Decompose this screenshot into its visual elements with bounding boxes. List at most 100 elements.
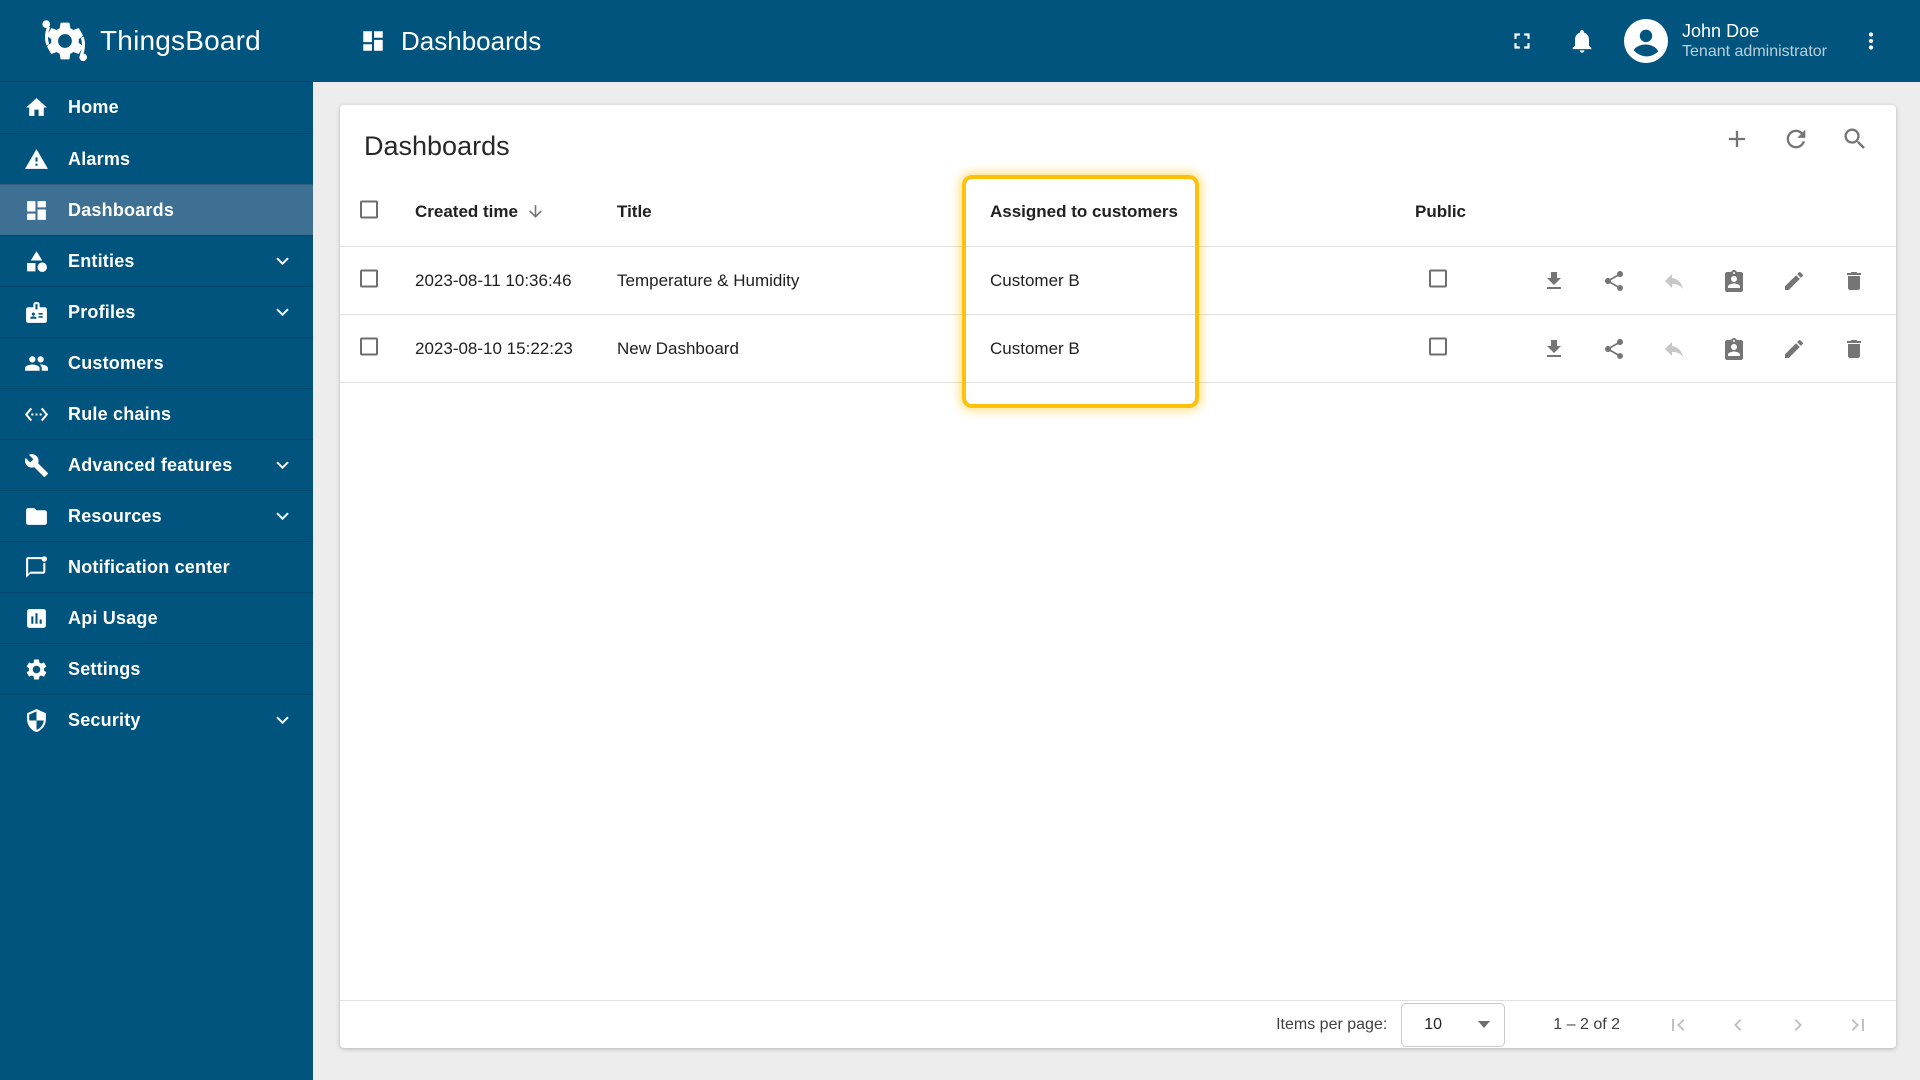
- public-checkbox[interactable]: [1429, 337, 1447, 355]
- more-vert-icon: [1858, 28, 1884, 54]
- public-checkbox[interactable]: [1429, 269, 1447, 287]
- logo-bar[interactable]: ThingsBoard: [0, 0, 313, 82]
- manage-assigned-customers-button[interactable]: [1714, 329, 1754, 369]
- sidebar: ThingsBoard Home Alarms Dashboards Entities…: [0, 0, 313, 1080]
- row-actions: [1534, 261, 1874, 301]
- chevron-down-icon: [270, 249, 295, 274]
- sidebar-item-label: Settings: [68, 658, 141, 679]
- sidebar-item-advanced-features[interactable]: Advanced features: [0, 439, 313, 490]
- sort-descending-icon: [526, 202, 545, 221]
- delete-dashboard-button[interactable]: [1834, 261, 1874, 301]
- previous-page-button[interactable]: [1726, 1013, 1750, 1037]
- cell-created-time: 2023-08-11 10:36:46: [415, 270, 572, 290]
- next-page-button[interactable]: [1786, 1013, 1810, 1037]
- avatar[interactable]: [1624, 19, 1669, 63]
- sidebar-item-notification-center[interactable]: Notification center: [0, 541, 313, 592]
- unassign-from-customer-button[interactable]: [1654, 329, 1694, 369]
- sidebar-item-rule-chains[interactable]: Rule chains: [0, 388, 313, 439]
- assignment-icon: [1722, 269, 1746, 293]
- settings-ethernet-icon: [24, 402, 49, 427]
- page-breadcrumb-title: Dashboards: [401, 25, 542, 56]
- table-row[interactable]: 2023-08-11 10:36:46 Temperature & Humidit…: [340, 247, 1896, 315]
- sidebar-item-api-usage[interactable]: Api Usage: [0, 592, 313, 643]
- folder-icon: [24, 504, 49, 529]
- security-icon: [24, 708, 49, 733]
- page-range-label: 1 – 2 of 2: [1553, 1015, 1620, 1033]
- sidebar-item-label: Customers: [68, 352, 164, 373]
- items-per-page-value: 10: [1424, 1015, 1443, 1033]
- badge-icon: [24, 300, 49, 325]
- topbar-actions: John Doe Tenant administrator: [1502, 19, 1891, 63]
- last-page-button[interactable]: [1846, 1013, 1870, 1037]
- delete-dashboard-button[interactable]: [1834, 329, 1874, 369]
- column-header-public[interactable]: Public: [1415, 202, 1466, 222]
- cell-assigned-customers: Customer B: [990, 338, 1080, 358]
- thingsboard-logo-icon: [42, 18, 88, 64]
- sidebar-item-label: Rule chains: [68, 403, 172, 424]
- sidebar-item-label: Api Usage: [68, 607, 158, 628]
- sidebar-item-label: Alarms: [68, 148, 131, 169]
- cell-created-time: 2023-08-10 15:22:23: [415, 338, 573, 358]
- download-icon: [1542, 337, 1566, 361]
- first-page-button[interactable]: [1666, 1013, 1690, 1037]
- row-checkbox[interactable]: [360, 269, 378, 287]
- sidebar-nav: Home Alarms Dashboards Entities Profiles Cust…: [0, 82, 313, 745]
- export-dashboard-button[interactable]: [1534, 329, 1574, 369]
- sidebar-item-settings[interactable]: Settings: [0, 643, 313, 694]
- cell-assigned-customers: Customer B: [990, 270, 1080, 290]
- insert-chart-icon: [24, 606, 49, 631]
- table-row[interactable]: 2023-08-10 15:22:23 New Dashboard Customer…: [340, 315, 1896, 383]
- card-toolbar: [1717, 119, 1875, 159]
- chevron-down-icon: [270, 453, 295, 478]
- sidebar-item-label: Notification center: [68, 556, 230, 577]
- pager: [1666, 1013, 1870, 1037]
- sidebar-item-security[interactable]: Security: [0, 694, 313, 745]
- export-dashboard-button[interactable]: [1534, 261, 1574, 301]
- sidebar-item-label: Dashboards: [68, 199, 175, 220]
- user-role: Tenant administrator: [1682, 43, 1827, 61]
- add-dashboard-button[interactable]: [1717, 119, 1757, 159]
- warning-icon: [24, 147, 49, 172]
- column-header-created-time[interactable]: Created time: [415, 202, 545, 222]
- sidebar-item-dashboards[interactable]: Dashboards: [0, 184, 313, 235]
- more-menu-button[interactable]: [1851, 21, 1891, 61]
- sidebar-item-resources[interactable]: Resources: [0, 490, 313, 541]
- select-all-checkbox[interactable]: [360, 200, 378, 218]
- items-per-page-select[interactable]: 10: [1401, 1002, 1506, 1047]
- manage-assigned-customers-button[interactable]: [1714, 261, 1754, 301]
- column-header-assigned[interactable]: Assigned to customers: [990, 202, 1178, 222]
- dashboards-card: Dashboards Created time Title Assigned t…: [340, 105, 1896, 1048]
- notifications-button[interactable]: [1562, 21, 1602, 61]
- home-icon: [24, 95, 49, 120]
- edit-dashboard-button[interactable]: [1774, 261, 1814, 301]
- page-title: Dashboards: [364, 131, 510, 161]
- search-button[interactable]: [1835, 119, 1875, 159]
- sidebar-item-label: Home: [68, 97, 119, 117]
- row-checkbox[interactable]: [360, 337, 378, 355]
- refresh-button[interactable]: [1776, 119, 1816, 159]
- sidebar-item-customers[interactable]: Customers: [0, 337, 313, 388]
- sidebar-item-alarms[interactable]: Alarms: [0, 133, 313, 184]
- sidebar-item-home[interactable]: Home: [0, 82, 313, 133]
- delete-icon: [1842, 269, 1866, 293]
- table-header-row: Created time Title Assigned to customers…: [340, 177, 1896, 247]
- make-public-button[interactable]: [1594, 261, 1634, 301]
- people-icon: [24, 351, 49, 376]
- construction-icon: [24, 453, 49, 478]
- edit-icon: [1782, 337, 1806, 361]
- download-icon: [1542, 269, 1566, 293]
- edit-dashboard-button[interactable]: [1774, 329, 1814, 369]
- make-public-button[interactable]: [1594, 329, 1634, 369]
- fullscreen-button[interactable]: [1502, 21, 1542, 61]
- chevron-right-icon: [1786, 1013, 1810, 1037]
- select-caret-icon: [1478, 1021, 1491, 1028]
- main-content: Dashboards Created time Title Assigned t…: [313, 82, 1920, 1080]
- sidebar-item-entities[interactable]: Entities: [0, 235, 313, 286]
- fullscreen-icon: [1509, 28, 1535, 54]
- sidebar-item-profiles[interactable]: Profiles: [0, 286, 313, 337]
- unassign-from-customer-button[interactable]: [1654, 261, 1694, 301]
- user-info[interactable]: John Doe Tenant administrator: [1682, 20, 1827, 63]
- column-header-title[interactable]: Title: [617, 202, 652, 222]
- sidebar-item-label: Security: [68, 709, 141, 730]
- search-icon: [1841, 125, 1869, 153]
